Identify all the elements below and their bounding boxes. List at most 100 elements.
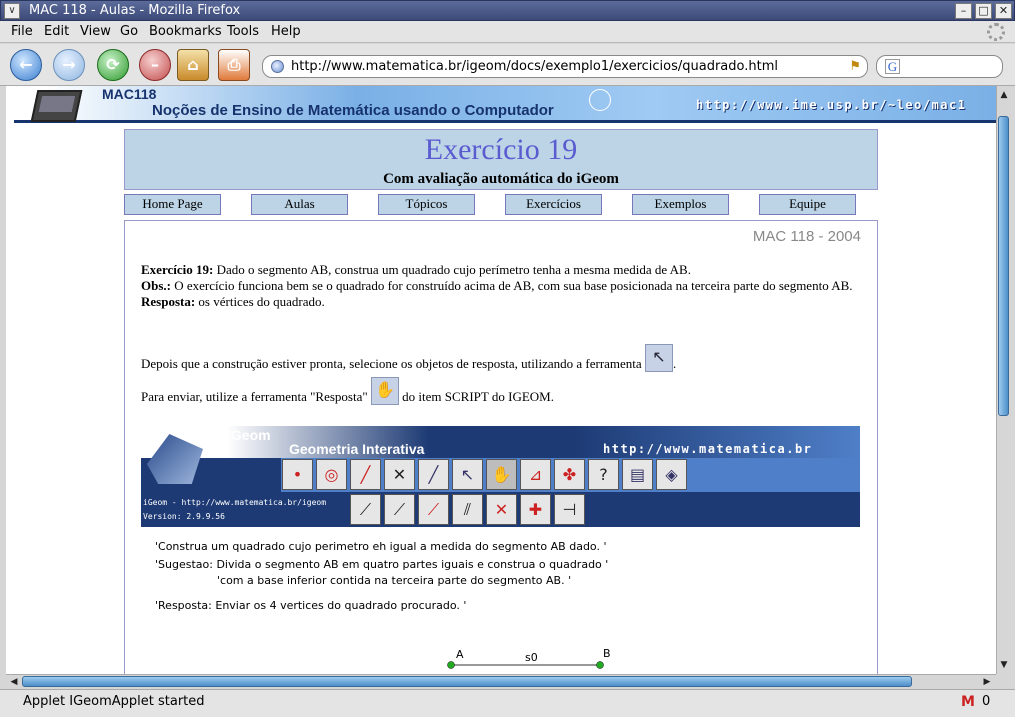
line-tool-icon[interactable]: ╱ bbox=[350, 459, 381, 490]
google-search-icon[interactable]: G bbox=[885, 59, 900, 74]
parallel-tool-icon[interactable]: ⫽ bbox=[452, 494, 483, 525]
send-text-after: do item SCRIPT do IGEOM. bbox=[402, 389, 554, 404]
reload-icon[interactable]: ⟳ bbox=[97, 49, 129, 81]
select-suffix: . bbox=[672, 356, 677, 371]
search-input[interactable]: G bbox=[876, 55, 1003, 78]
navigation-toolbar: ← → ⟳ – ⌂ ⎙ http://www.matematica.br/ige… bbox=[0, 44, 1015, 86]
page-globe-icon bbox=[271, 60, 284, 73]
segment-tool-icon[interactable]: ╱ bbox=[418, 459, 449, 490]
igeom-applet[interactable]: iGeom Geometria Interativa http://www.ma… bbox=[141, 426, 860, 527]
applet-tagline: Geometria Interativa bbox=[289, 441, 425, 457]
menu-file[interactable]: File bbox=[11, 24, 33, 39]
intersection-tool-icon[interactable]: ✕ bbox=[384, 459, 415, 490]
menu-edit[interactable]: Edit bbox=[44, 24, 69, 39]
midpoint-tool-icon[interactable]: ⟋ bbox=[384, 494, 415, 525]
exercise-text: Dado o segmento AB, construa um quadrado… bbox=[213, 262, 691, 277]
applet-info: iGeom - http://www.matematica.br/igeom V… bbox=[143, 496, 326, 524]
nav-topicos[interactable]: Tópicos bbox=[378, 194, 475, 215]
segment-label: s0 bbox=[525, 651, 538, 664]
file-icon[interactable]: ◈ bbox=[656, 459, 687, 490]
point-b[interactable] bbox=[596, 661, 604, 669]
nav-aulas[interactable]: Aulas bbox=[251, 194, 348, 215]
obs-label: Obs.: bbox=[141, 278, 171, 293]
print-icon[interactable]: ⎙ bbox=[218, 49, 250, 81]
measure-tool-icon[interactable]: ⊿ bbox=[520, 459, 551, 490]
applet-message: 'com a base inferior contida na terceira… bbox=[217, 574, 572, 587]
site-banner: MAC118 Noções de Ensino de Matemática us… bbox=[14, 86, 996, 123]
exercise-header: Exercício 19 Com avaliação automática do… bbox=[124, 129, 878, 190]
nav-home-page[interactable]: Home Page bbox=[124, 194, 221, 215]
select-tool-icon: ↖ bbox=[644, 344, 673, 372]
segment-point-tool-icon[interactable]: ⟋ bbox=[418, 494, 449, 525]
status-bar: Applet IGeomApplet started M 0 bbox=[0, 689, 1015, 717]
print-glyph: ⎙ bbox=[227, 55, 241, 74]
forward-arrow-icon[interactable]: → bbox=[53, 49, 85, 81]
scroll-up-icon[interactable]: ▲ bbox=[997, 88, 1011, 102]
maximize-button[interactable]: □ bbox=[975, 3, 992, 19]
help-icon[interactable]: ? bbox=[588, 459, 619, 490]
distance-tool-icon[interactable]: ⊣ bbox=[554, 494, 585, 525]
scroll-left-icon[interactable]: ◀ bbox=[7, 675, 21, 689]
nav-exemplos[interactable]: Exemplos bbox=[632, 194, 729, 215]
course-year: MAC 118 - 2004 bbox=[752, 228, 861, 245]
horizontal-scrollbar[interactable]: ◀ ▶ bbox=[6, 674, 996, 688]
url-bar[interactable]: http://www.matematica.br/igeom/docs/exem… bbox=[262, 55, 868, 78]
back-glyph: ← bbox=[19, 55, 33, 74]
menu-tools[interactable]: Tools bbox=[227, 24, 259, 39]
gmail-icon[interactable]: M bbox=[961, 694, 975, 710]
perpendicular-tool-icon[interactable]: ✚ bbox=[520, 494, 551, 525]
applet-version: Version: 2.9.9.56 bbox=[143, 512, 225, 521]
status-text: Applet IGeomApplet started bbox=[23, 694, 205, 709]
url-text: http://www.matematica.br/igeom/docs/exem… bbox=[291, 59, 778, 74]
stop-glyph: – bbox=[151, 55, 159, 74]
menu-go[interactable]: Go bbox=[120, 24, 138, 39]
delete-tool-icon[interactable]: ✕ bbox=[486, 494, 517, 525]
menu-view[interactable]: View bbox=[80, 24, 111, 39]
course-code: MAC118 bbox=[102, 86, 157, 102]
window-title: MAC 118 - Aulas - Mozilla Firefox bbox=[29, 3, 241, 18]
circle-tool-icon[interactable]: ◎ bbox=[316, 459, 347, 490]
applet-message: 'Resposta: Enviar os 4 vertices do quadr… bbox=[155, 599, 467, 612]
exercise-content: MAC 118 - 2004 Exercício 19: Dado o segm… bbox=[124, 220, 878, 674]
scroll-down-icon[interactable]: ▼ bbox=[997, 658, 1011, 672]
send-instruction: Para enviar, utilize a ferramenta "Respo… bbox=[141, 377, 861, 405]
resposta-text: os vértices do quadrado. bbox=[195, 294, 325, 309]
page-title: Exercício 19 bbox=[424, 133, 578, 166]
menu-bookmarks[interactable]: Bookmarks bbox=[149, 24, 222, 39]
exercise-label: Exercício 19: bbox=[141, 262, 214, 277]
select-arrow-icon[interactable]: ↖ bbox=[452, 459, 483, 490]
transform-tool-icon[interactable]: ✤ bbox=[554, 459, 585, 490]
reload-glyph: ⟳ bbox=[106, 55, 120, 74]
horizontal-scroll-thumb[interactable] bbox=[22, 676, 912, 687]
home-icon[interactable]: ⌂ bbox=[177, 49, 209, 81]
menubar: File Edit View Go Bookmarks Tools Help bbox=[0, 21, 1015, 43]
vertical-scroll-thumb[interactable] bbox=[998, 116, 1009, 416]
window-menu-button[interactable]: ∨ bbox=[4, 3, 20, 19]
point-tool-icon[interactable]: • bbox=[282, 459, 313, 490]
select-instruction: Depois que a construção estiver pronta, … bbox=[141, 344, 861, 372]
back-arrow-icon[interactable]: ← bbox=[10, 49, 42, 81]
hand-tool-icon[interactable]: ✋ bbox=[486, 459, 517, 490]
close-button[interactable]: ✕ bbox=[995, 3, 1012, 19]
scroll-right-icon[interactable]: ▶ bbox=[980, 675, 994, 689]
nav-equipe[interactable]: Equipe bbox=[759, 194, 856, 215]
laptop-icon bbox=[30, 90, 83, 122]
site-subtitle: Noções de Ensino de Matemática usando o … bbox=[152, 102, 554, 119]
applet-url: http://www.matematica.br bbox=[603, 442, 813, 456]
point-on-line-tool-icon[interactable]: ⟋ bbox=[350, 494, 381, 525]
home-glyph: ⌂ bbox=[187, 55, 199, 74]
window-titlebar: ∨ MAC 118 - Aulas - Mozilla Firefox – □ … bbox=[0, 0, 1015, 21]
go-icon[interactable]: ⚑ bbox=[849, 59, 861, 74]
point-a[interactable] bbox=[447, 661, 455, 669]
applet-name: iGeom bbox=[227, 427, 271, 443]
vertical-scrollbar[interactable]: ▲ ▼ bbox=[996, 86, 1010, 674]
minimize-button[interactable]: – bbox=[955, 3, 972, 19]
page-subtitle: Com avaliação automática do iGeom bbox=[383, 171, 619, 187]
script-icon[interactable]: ▤ bbox=[622, 459, 653, 490]
menu-help[interactable]: Help bbox=[271, 24, 301, 39]
geometry-canvas[interactable]: A s0 B bbox=[435, 645, 615, 674]
nav-exercicios[interactable]: Exercícios bbox=[505, 194, 602, 215]
site-url: http://www.ime.usp.br/~leo/mac1 bbox=[696, 98, 967, 112]
stop-icon[interactable]: – bbox=[139, 49, 171, 81]
compass-icon bbox=[589, 89, 611, 111]
